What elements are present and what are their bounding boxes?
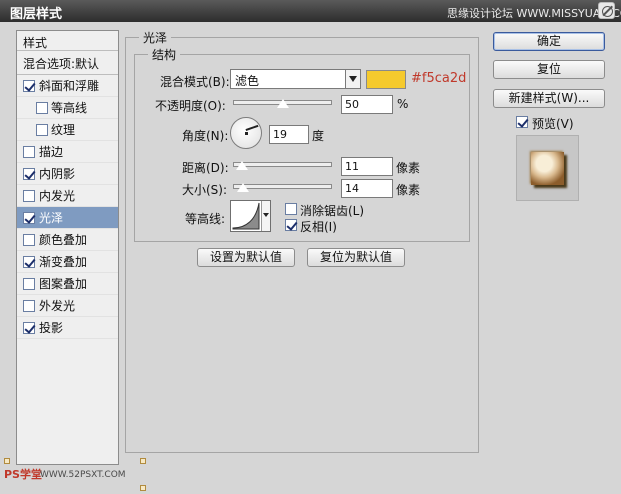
style-item-label: 颜色叠加 bbox=[39, 233, 88, 247]
style-item[interactable]: 图案叠加 bbox=[17, 273, 118, 295]
style-item-label: 等高线 bbox=[51, 101, 88, 115]
distance-input[interactable]: 11 bbox=[341, 157, 393, 176]
style-list: 样式 混合选项:默认 斜面和浮雕等高线纹理描边内阴影内发光光泽颜色叠加渐变叠加图… bbox=[16, 30, 119, 465]
style-item-checkbox[interactable] bbox=[23, 190, 35, 202]
distance-slider-handle[interactable] bbox=[235, 160, 249, 171]
ps-logo: PS学堂 bbox=[4, 468, 42, 481]
blend-options-item[interactable]: 混合选项:默认 bbox=[17, 51, 118, 75]
angle-needle bbox=[245, 124, 259, 131]
style-item-checkbox[interactable] bbox=[36, 102, 48, 114]
reset-button[interactable]: 复位 bbox=[493, 60, 605, 79]
opacity-input[interactable]: 50 bbox=[341, 95, 393, 114]
layer-style-dialog: 图层样式 思缘设计论坛 WWW.MISSYUAN.COM 样式 混合选项:默认 … bbox=[0, 0, 621, 494]
preview-checkbox[interactable] bbox=[516, 116, 528, 128]
contour-curve-icon bbox=[232, 202, 260, 230]
satin-group-title: 光泽 bbox=[139, 29, 172, 46]
close-icon[interactable] bbox=[598, 2, 615, 19]
blend-mode-label: 混合模式(B): bbox=[160, 75, 230, 89]
style-item-label: 渐变叠加 bbox=[39, 255, 88, 269]
corner-marker bbox=[140, 485, 146, 491]
satin-color-hex: #f5ca2d bbox=[411, 71, 467, 86]
angle-center-dot bbox=[245, 132, 248, 135]
style-item[interactable]: 光泽 bbox=[17, 207, 118, 229]
style-item[interactable]: 颜色叠加 bbox=[17, 229, 118, 251]
style-item-label: 图案叠加 bbox=[39, 277, 88, 291]
opacity-label: 不透明度(O): bbox=[155, 99, 226, 113]
anti-alias-checkbox[interactable] bbox=[285, 203, 297, 215]
angle-unit: 度 bbox=[312, 129, 325, 143]
footer-site: WWW.52PSXT.COM bbox=[40, 470, 126, 480]
style-item-label: 光泽 bbox=[39, 211, 64, 225]
dialog-title: 图层样式 bbox=[10, 7, 63, 22]
title-bar: 图层样式 思缘设计论坛 WWW.MISSYUAN.COM bbox=[0, 0, 621, 22]
contour-label: 等高线: bbox=[185, 212, 226, 226]
chevron-down-icon bbox=[345, 70, 360, 88]
set-default-button[interactable]: 设置为默认值 bbox=[197, 248, 295, 267]
anti-alias-label: 消除锯齿(L) bbox=[300, 204, 365, 218]
structure-group-title: 结构 bbox=[148, 46, 181, 63]
style-item[interactable]: 投影 bbox=[17, 317, 118, 339]
angle-input[interactable]: 19 bbox=[269, 125, 309, 144]
size-slider-handle[interactable] bbox=[236, 182, 250, 193]
blend-mode-value: 滤色 bbox=[235, 74, 260, 88]
style-item-checkbox[interactable] bbox=[23, 278, 35, 290]
style-item-checkbox[interactable] bbox=[23, 322, 35, 334]
style-item-checkbox[interactable] bbox=[23, 256, 35, 268]
style-item-checkbox[interactable] bbox=[23, 146, 35, 158]
style-item-checkbox[interactable] bbox=[23, 234, 35, 246]
corner-marker bbox=[4, 458, 10, 464]
style-item[interactable]: 斜面和浮雕 bbox=[17, 75, 118, 97]
style-item-label: 描边 bbox=[39, 145, 64, 159]
style-item-label: 内阴影 bbox=[39, 167, 76, 181]
size-unit: 像素 bbox=[396, 183, 421, 197]
preview-thumbnail bbox=[531, 152, 564, 185]
satin-color-swatch[interactable] bbox=[366, 70, 406, 89]
style-item-label: 外发光 bbox=[39, 299, 76, 313]
preview-label: 预览(V) bbox=[532, 117, 574, 131]
style-item-checkbox[interactable] bbox=[23, 300, 35, 312]
angle-dial[interactable] bbox=[230, 117, 262, 149]
blend-mode-select[interactable]: 滤色 bbox=[230, 69, 361, 89]
style-preview bbox=[516, 135, 579, 201]
contour-picker[interactable] bbox=[230, 200, 271, 232]
reset-default-button[interactable]: 复位为默认值 bbox=[307, 248, 405, 267]
style-item[interactable]: 描边 bbox=[17, 141, 118, 163]
opacity-slider-handle[interactable] bbox=[276, 98, 290, 109]
style-item-checkbox[interactable] bbox=[36, 124, 48, 136]
style-item[interactable]: 外发光 bbox=[17, 295, 118, 317]
style-item-label: 内发光 bbox=[39, 189, 76, 203]
contour-dropdown-icon[interactable] bbox=[261, 201, 270, 231]
styles-header[interactable]: 样式 bbox=[17, 31, 118, 51]
style-item[interactable]: 渐变叠加 bbox=[17, 251, 118, 273]
size-label: 大小(S): bbox=[182, 183, 228, 197]
ok-button[interactable]: 确定 bbox=[493, 32, 605, 51]
style-item[interactable]: 内阴影 bbox=[17, 163, 118, 185]
style-item-label: 投影 bbox=[39, 321, 64, 335]
style-item-checkbox[interactable] bbox=[23, 80, 35, 92]
invert-checkbox[interactable] bbox=[285, 219, 297, 231]
size-input[interactable]: 14 bbox=[341, 179, 393, 198]
corner-marker bbox=[140, 458, 146, 464]
style-item-label: 纹理 bbox=[51, 123, 76, 137]
watermark-text: 思缘设计论坛 WWW.MISSYUAN.COM bbox=[447, 7, 621, 20]
style-item-checkbox[interactable] bbox=[23, 168, 35, 180]
style-item[interactable]: 纹理 bbox=[17, 119, 118, 141]
style-item[interactable]: 等高线 bbox=[17, 97, 118, 119]
new-style-button[interactable]: 新建样式(W)... bbox=[493, 89, 605, 108]
style-item[interactable]: 内发光 bbox=[17, 185, 118, 207]
distance-label: 距离(D): bbox=[182, 161, 229, 175]
opacity-unit: % bbox=[397, 97, 409, 111]
angle-label: 角度(N): bbox=[182, 129, 229, 143]
distance-unit: 像素 bbox=[396, 161, 421, 175]
style-item-label: 斜面和浮雕 bbox=[39, 79, 100, 93]
invert-label: 反相(I) bbox=[300, 220, 337, 234]
style-item-checkbox[interactable] bbox=[23, 212, 35, 224]
